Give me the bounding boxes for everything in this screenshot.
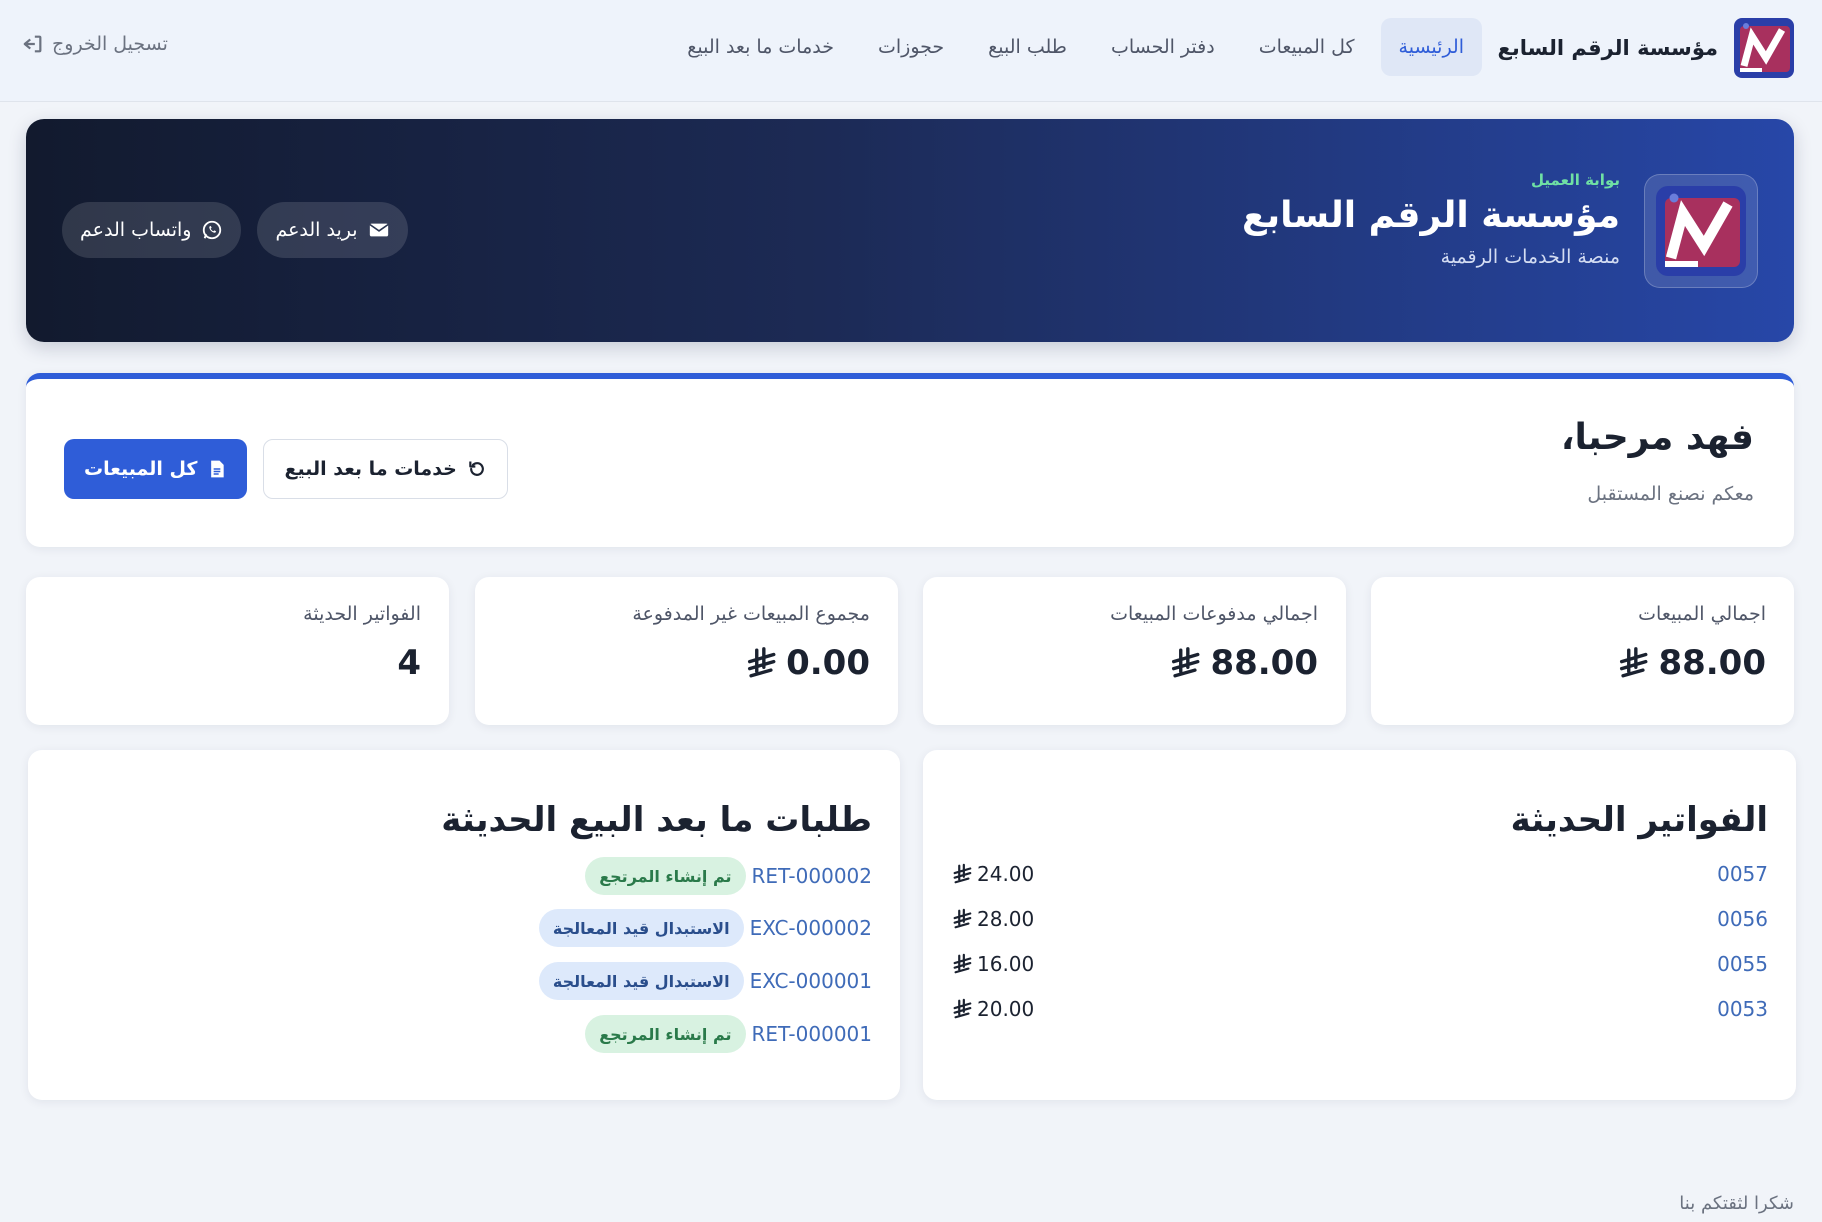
- status-badge: تم إنشاء المرتجع: [585, 857, 746, 895]
- invoice-number[interactable]: 0055: [1717, 952, 1768, 976]
- hero-banner: بوابة العميل مؤسسة الرقم السابع منصة الخ…: [26, 119, 1794, 342]
- invoice-amount: 24.00: [951, 862, 1034, 886]
- request-row[interactable]: RET-000001 تم إنشاء المرتجع: [585, 1014, 872, 1054]
- whatsapp-support-button[interactable]: واتساب الدعم: [62, 202, 242, 258]
- hero-title: مؤسسة الرقم السابع: [1242, 195, 1620, 236]
- email-support-label: بريد الدعم: [275, 219, 358, 241]
- nav-bookings[interactable]: حجوزات: [860, 18, 962, 76]
- panel-title: طلبات ما بعد البيع الحديثة: [441, 800, 872, 840]
- stat-value: 0.00: [744, 643, 870, 683]
- status-badge: الاستبدال قيد المعالجة: [538, 962, 744, 1000]
- invoice-amount: 28.00: [951, 907, 1034, 931]
- riyal-icon: [951, 998, 973, 1020]
- sign-out-icon: [23, 35, 42, 53]
- request-code[interactable]: RET-000001: [752, 1022, 872, 1046]
- stat-amount: 88.00: [1210, 643, 1318, 683]
- request-row[interactable]: EXC-000002 الاستبدال قيد المعالجة: [538, 908, 872, 948]
- nav-all-sales[interactable]: كل المبيعات: [1241, 18, 1373, 76]
- logout-label: تسجيل الخروج: [52, 33, 168, 55]
- status-badge: تم إنشاء المرتجع: [585, 1015, 746, 1053]
- riyal-icon: [951, 908, 973, 930]
- stat-label: مجموع المبيعات غير المدفوعة: [632, 603, 870, 625]
- stat-label: الفواتير الحديثة: [303, 603, 421, 625]
- invoice-number[interactable]: 0057: [1717, 862, 1768, 886]
- logout-link[interactable]: تسجيل الخروج: [22, 24, 168, 64]
- stat-amount: 88.00: [1658, 643, 1766, 683]
- hero-subtitle: منصة الخدمات الرقمية: [1440, 246, 1620, 268]
- all-sales-label: كل المبيعات: [84, 458, 198, 480]
- after-sales-button[interactable]: خدمات ما بعد البيع: [263, 439, 508, 499]
- stat-value: 4: [397, 643, 421, 683]
- after-sales-requests-panel: طلبات ما بعد البيع الحديثة RET-000002 تم…: [28, 750, 900, 1100]
- riyal-icon: [1168, 646, 1202, 680]
- stat-value: 88.00: [1616, 643, 1766, 683]
- email-support-button[interactable]: بريد الدعم: [257, 202, 408, 258]
- riyal-icon: [1616, 646, 1650, 680]
- invoice-row[interactable]: 0057 24.00: [951, 859, 1768, 889]
- hero-logo-icon: [1653, 183, 1749, 279]
- undo-icon: [469, 461, 484, 476]
- footer-note: شكرا لثقتكم بنا: [1679, 1193, 1794, 1214]
- request-code[interactable]: RET-000002: [752, 864, 872, 888]
- nav-home[interactable]: الرئيسية: [1380, 18, 1482, 76]
- request-row[interactable]: EXC-000001 الاستبدال قيد المعالجة: [538, 961, 872, 1001]
- riyal-icon: [951, 953, 973, 975]
- request-code[interactable]: EXC-000001: [750, 969, 872, 993]
- stat-card-sales-payments: اجمالي مدفوعات المبيعات 88.00: [923, 577, 1346, 725]
- invoice-row[interactable]: 0053 20.00: [951, 994, 1768, 1024]
- nav-sales-order[interactable]: طلب البيع: [970, 18, 1085, 76]
- invoice-amount-value: 20.00: [977, 997, 1035, 1021]
- whatsapp-support-label: واتساب الدعم: [80, 219, 192, 241]
- brand-name: مؤسسة الرقم السابع: [1497, 36, 1718, 60]
- envelope-icon: [368, 223, 389, 237]
- stat-label: اجمالي المبيعات: [1638, 603, 1766, 625]
- stat-card-unpaid-sales: مجموع المبيعات غير المدفوعة 0.00: [475, 577, 898, 725]
- riyal-icon: [744, 646, 778, 680]
- status-badge: الاستبدال قيد المعالجة: [538, 909, 744, 947]
- invoice-amount-value: 28.00: [977, 907, 1035, 931]
- stat-card-recent-invoices: الفواتير الحديثة 4: [26, 577, 449, 725]
- stat-card-total-sales: اجمالي المبيعات 88.00: [1371, 577, 1794, 725]
- panel-title: الفواتير الحديثة: [1510, 800, 1768, 840]
- brand-logo-icon: [1732, 16, 1796, 80]
- welcome-title: فهد مرحبا،: [1560, 417, 1754, 458]
- welcome-actions: كل المبيعات خدمات ما بعد البيع: [64, 439, 508, 499]
- brand[interactable]: مؤسسة الرقم السابع: [1498, 16, 1796, 80]
- invoice-amount: 20.00: [951, 997, 1034, 1021]
- stat-count: 4: [397, 643, 421, 683]
- welcome-subtitle: معكم نصنع المستقبل: [1587, 483, 1754, 505]
- riyal-icon: [951, 863, 973, 885]
- invoice-number[interactable]: 0056: [1717, 907, 1768, 931]
- invoice-number[interactable]: 0053: [1717, 997, 1768, 1021]
- whatsapp-icon: [203, 220, 222, 240]
- document-icon: [211, 460, 225, 478]
- stat-value: 88.00: [1168, 643, 1318, 683]
- top-navbar: مؤسسة الرقم السابع الرئيسية كل المبيعات …: [0, 0, 1822, 102]
- stat-amount: 0.00: [786, 643, 870, 683]
- request-row[interactable]: RET-000002 تم إنشاء المرتجع: [585, 856, 872, 896]
- stats-row: اجمالي المبيعات 88.00 اجمالي مدفوعات الم…: [26, 577, 1794, 725]
- stat-label: اجمالي مدفوعات المبيعات: [1110, 603, 1318, 625]
- invoice-amount-value: 16.00: [977, 952, 1035, 976]
- nav-after-sales[interactable]: خدمات ما بعد البيع: [669, 18, 852, 76]
- hero-text: بوابة العميل مؤسسة الرقم السابع منصة الخ…: [1242, 171, 1620, 268]
- after-sales-label: خدمات ما بعد البيع: [284, 458, 457, 480]
- hero-eyebrow: بوابة العميل: [1531, 171, 1620, 189]
- invoice-row[interactable]: 0055 16.00: [951, 949, 1768, 979]
- hero-actions: واتساب الدعم بريد الدعم: [62, 202, 408, 258]
- recent-invoices-panel: الفواتير الحديثة 0057 24.00 0056 28.00 0…: [923, 750, 1796, 1100]
- nav-account-ledger[interactable]: دفتر الحساب: [1093, 18, 1233, 76]
- hero-logo: [1644, 174, 1758, 288]
- welcome-card: فهد مرحبا، معكم نصنع المستقبل كل المبيعا…: [26, 373, 1794, 547]
- invoice-amount: 16.00: [951, 952, 1034, 976]
- main-nav: الرئيسية كل المبيعات دفتر الحساب طلب الب…: [669, 18, 1482, 76]
- invoice-amount-value: 24.00: [977, 862, 1035, 886]
- invoice-row[interactable]: 0056 28.00: [951, 904, 1768, 934]
- request-code[interactable]: EXC-000002: [750, 916, 872, 940]
- all-sales-button[interactable]: كل المبيعات: [64, 439, 248, 499]
